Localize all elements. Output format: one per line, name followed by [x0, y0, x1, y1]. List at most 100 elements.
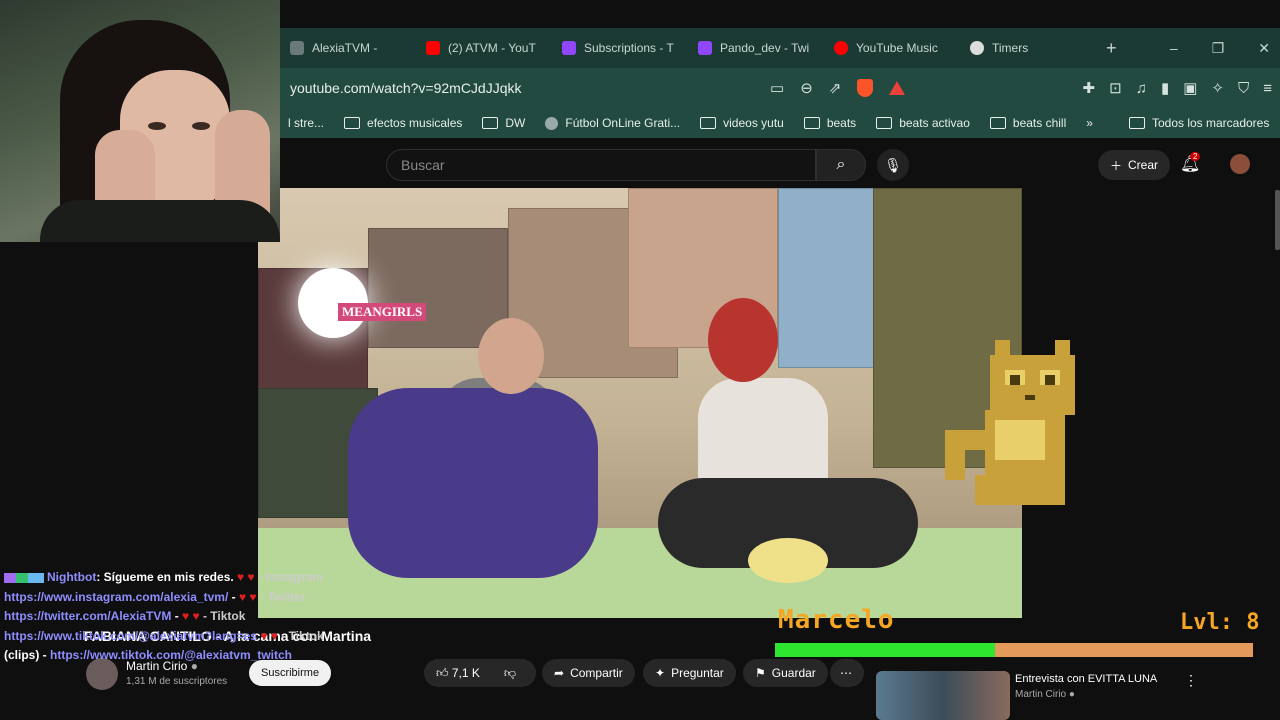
browser-tabstrip: AlexiaTVM - (2) ATVM - YouT Subscription…	[280, 28, 1280, 68]
person-right-head	[708, 298, 778, 382]
tab-label: Pando_dev - Twi	[720, 41, 810, 55]
poster	[778, 188, 878, 368]
webcam-eye	[148, 122, 166, 130]
close-icon[interactable]: ✕	[1258, 40, 1270, 57]
zoom-icon[interactable]: ⊖	[800, 79, 813, 97]
youtube-icon	[426, 41, 440, 55]
bookmark-label: DW	[505, 116, 526, 130]
bookmark-item[interactable]: efectos musicales	[336, 116, 470, 130]
screen: AlexiaTVM - (2) ATVM - YouT Subscription…	[0, 0, 1280, 720]
like-count: 7,1 K	[451, 665, 480, 680]
plush-toy	[748, 538, 828, 583]
bookmark-label: videos yutu	[723, 116, 784, 130]
video-player[interactable]: MEANGIRLS	[258, 188, 1022, 618]
leo-icon[interactable]: ✧	[1211, 79, 1224, 97]
heart-icon: ♥ ♥	[237, 570, 255, 584]
url-field[interactable]: youtube.com/watch?v=92mCJdJJqkk	[290, 80, 770, 96]
bookmark-label: Fútbol OnLine Grati...	[565, 116, 681, 130]
chat-tail: - Instagram	[254, 570, 323, 584]
chat-link[interactable]: https://www.tiktok.com/@alexiatvm_twitch	[50, 648, 292, 662]
tab-label: Timers	[992, 41, 1029, 55]
bookmark-item[interactable]: videos yutu	[692, 116, 792, 130]
chat-badges-icon	[4, 572, 44, 583]
like-button[interactable]: 👍︎ 7,1 K	[436, 666, 480, 681]
browser-tab[interactable]: YouTube Music	[824, 28, 960, 68]
tab-label: (2) ATVM - YouT	[448, 41, 536, 55]
webcam-eye	[192, 122, 210, 130]
recommended-menu-icon[interactable]: ⋮	[1184, 672, 1198, 689]
timer-icon	[970, 41, 984, 55]
recommended-title[interactable]: Entrevista con EVITTA LUNA	[1015, 673, 1157, 685]
minimize-icon[interactable]: –	[1170, 40, 1178, 56]
folder-icon	[700, 117, 717, 129]
webcam-shirt	[40, 200, 280, 242]
person-left-legs	[348, 388, 598, 578]
mic-icon: 🎙︎	[884, 156, 902, 173]
bookmark-label: efectos musicales	[367, 116, 463, 130]
dislike-icon[interactable]: 👎︎	[504, 666, 516, 681]
browser-tab[interactable]: Pando_dev - Twi	[688, 28, 824, 68]
bookmark-label: beats chill	[1012, 116, 1067, 130]
recommended-thumbnail[interactable]	[876, 671, 1010, 720]
bookmarks-overflow-button[interactable]: »	[1078, 116, 1101, 130]
xp-username: Marcelo	[778, 605, 895, 635]
sidebar-icon[interactable]: ▮	[1161, 79, 1169, 97]
search-button[interactable]: ⌕	[816, 149, 866, 181]
mute-icon	[290, 41, 304, 55]
bookmark-item[interactable]: DW	[474, 116, 533, 130]
tab-label: Subscriptions - T	[584, 41, 674, 55]
bookmark-item[interactable]: beats chill	[982, 116, 1074, 130]
bookmark-item[interactable]: beats	[796, 116, 864, 130]
bookmark-label: l stre...	[288, 116, 325, 130]
xp-level: Lvl: 8	[1180, 610, 1260, 635]
menu-icon[interactable]: ≡	[1263, 80, 1272, 97]
voice-search-button[interactable]: 🎙︎	[877, 149, 909, 181]
restore-icon[interactable]: ❐	[1212, 40, 1225, 57]
chat-tail: - Tiktok	[277, 628, 324, 643]
browser-tab[interactable]: AlexiaTVM -	[280, 28, 416, 68]
cast-icon[interactable]: ▭	[770, 79, 784, 97]
chat-link[interactable]: https://www.instagram.com/alexia_tvm/	[4, 590, 228, 604]
more-icon: ⋯	[840, 666, 852, 680]
ask-button[interactable]: ✦ Preguntar	[643, 659, 736, 687]
bookmarks-bar: l stre... efectos musicales DW Fútbol On…	[280, 108, 1280, 138]
screenshot-icon[interactable]: ⊡	[1109, 79, 1122, 97]
search-input[interactable]: Buscar	[386, 149, 816, 181]
account-avatar[interactable]	[1230, 154, 1250, 174]
plus-icon: ＋	[1110, 158, 1123, 173]
poster-text: MEANGIRLS	[338, 303, 427, 321]
wallet-icon[interactable]: ▣	[1183, 79, 1197, 97]
browser-tab[interactable]: (2) ATVM - YouT	[416, 28, 552, 68]
recommended-channel: Martin Cirio ●	[1015, 689, 1075, 700]
heart-icon: ♥ ♥	[256, 628, 278, 643]
scrollbar[interactable]	[1275, 190, 1280, 250]
save-button[interactable]: ⚑ Guardar	[743, 659, 828, 687]
sparkle-icon: ✦	[655, 666, 666, 680]
address-bar: youtube.com/watch?v=92mCJdJJqkk ▭ ⊖ ⇗ ✚ …	[280, 68, 1280, 108]
pixel-cat-overlay	[945, 340, 1075, 505]
vpn-icon[interactable]: ⛉	[1238, 80, 1249, 97]
globe-icon	[545, 116, 559, 130]
browser-tab[interactable]: Subscriptions - T	[552, 28, 688, 68]
browser-tab[interactable]: Timers	[960, 28, 1096, 68]
chat-overlay: Nightbot: Sígueme en mis redes. ♥ ♥ - In…	[4, 568, 484, 666]
bookmark-item[interactable]: beats activao	[868, 116, 978, 130]
chat-link[interactable]: https://twitter.com/AlexiaTVM	[4, 609, 171, 623]
create-button[interactable]: ＋ Crear	[1098, 150, 1171, 180]
share-icon[interactable]: ⇗	[829, 79, 842, 97]
brave-rewards-icon[interactable]	[889, 81, 906, 95]
share-label: Compartir	[570, 666, 623, 680]
bookmark-item[interactable]: Fútbol OnLine Grati...	[537, 116, 688, 130]
brave-shields-icon[interactable]	[857, 79, 874, 97]
media-icon[interactable]: ♫	[1136, 80, 1147, 97]
chat-message: (clips) - https://www.tiktok.com/@alexia…	[4, 646, 484, 666]
more-actions-button[interactable]: ⋯	[830, 659, 864, 687]
share-button[interactable]: ➦ Compartir	[542, 659, 635, 687]
extensions-icon[interactable]: ✚	[1083, 79, 1096, 97]
chat-message: Nightbot: Sígueme en mis redes. ♥ ♥ - In…	[4, 568, 484, 588]
new-tab-button[interactable]: +	[1106, 38, 1117, 59]
youtube-music-icon	[834, 41, 848, 55]
all-bookmarks-button[interactable]: Todos los marcadores	[1121, 116, 1277, 130]
bookmark-item[interactable]: l stre...	[280, 116, 332, 130]
chat-link[interactable]: https://www.tiktok.com/@alexiatvm?lang=e…	[4, 629, 257, 643]
